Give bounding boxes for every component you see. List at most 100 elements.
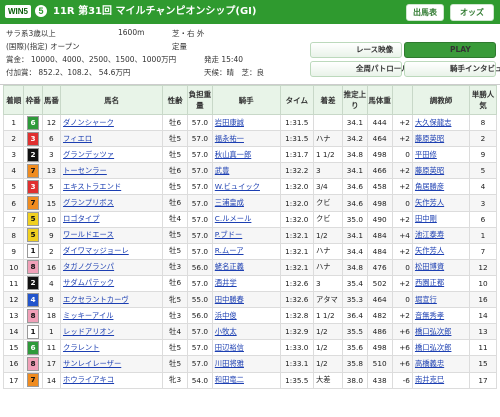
jockey-cell[interactable]: C.ルメール (211, 210, 281, 228)
trainer-cell-text[interactable]: 堀宣行 (415, 295, 437, 304)
jockey-cell-text[interactable]: C.ルメール (215, 214, 252, 223)
jockey-cell-text[interactable]: 浜中俊 (215, 311, 237, 320)
horse-name-cell[interactable]: サンレイレーザー (60, 355, 164, 373)
horse-name-cell-text[interactable]: タガノグランパ (63, 262, 114, 271)
trainer-cell-text[interactable]: 藤原英昭 (415, 166, 444, 175)
jockey-cell[interactable]: 浜中俊 (211, 307, 281, 325)
trainer-cell-text[interactable]: 松田博資 (415, 262, 444, 271)
trainer-cell[interactable]: 平田修 (411, 146, 471, 164)
trainer-cell[interactable]: 堀宣行 (411, 291, 471, 309)
trainer-cell-text[interactable]: 平田修 (415, 150, 437, 159)
jockey-cell-text[interactable]: 福永祐一 (215, 134, 244, 143)
jockey-cell[interactable]: 田中勝春 (211, 291, 281, 309)
jockey-cell[interactable]: 福永祐一 (211, 130, 281, 148)
trainer-cell[interactable]: 藤原英昭 (411, 130, 471, 148)
trainer-cell-text[interactable]: 高橋義忠 (415, 359, 444, 368)
trainer-cell-text[interactable]: 角居勝彦 (415, 182, 444, 191)
trainer-cell[interactable]: 矢作芳人 (411, 242, 471, 260)
trainer-cell[interactable]: 池江泰寿 (411, 226, 471, 244)
horse-name-cell-text[interactable]: クラレント (63, 343, 99, 352)
jockey-cell-text[interactable]: P.ブドー (215, 230, 242, 239)
jockey-cell-text[interactable]: 和田竜二 (215, 375, 244, 384)
horse-name-cell[interactable]: レッドアリオン (60, 323, 164, 341)
race-video-button[interactable]: レース映像 (310, 42, 402, 58)
jockey-cell-text[interactable]: R.ムーア (215, 246, 244, 255)
jockey-cell[interactable]: 岩田康誠 (211, 113, 281, 132)
jockey-cell-text[interactable]: 酒井学 (215, 278, 237, 287)
jockey-cell-text[interactable]: 田中勝春 (215, 295, 244, 304)
jockey-cell-text[interactable]: 小牧太 (215, 327, 237, 336)
horse-name-cell-text[interactable]: ダノンシャーク (63, 118, 114, 127)
jockey-cell[interactable]: 武豊 (211, 162, 281, 180)
horse-name-cell[interactable]: ホウライアキコ (60, 371, 164, 389)
trainer-cell-text[interactable]: 西園正都 (415, 278, 444, 287)
jockey-cell-text[interactable]: 武豊 (215, 166, 230, 175)
interview-button[interactable]: 騎手インタビュー (404, 61, 500, 77)
horse-name-cell-text[interactable]: レッドアリオン (63, 327, 114, 336)
horse-name-cell-text[interactable]: ミッキーアイル (63, 311, 113, 320)
trainer-cell[interactable]: 田中剛 (411, 210, 471, 228)
trainer-cell-text[interactable]: 橋口弘次郎 (415, 327, 451, 336)
trainer-cell[interactable]: 大久保龍志 (411, 113, 471, 132)
jockey-cell-text[interactable]: 蛯名正義 (215, 262, 244, 271)
horse-name-cell-text[interactable]: ロゴタイプ (63, 214, 99, 223)
horse-name-cell[interactable]: サダムパテック (60, 274, 164, 293)
trainer-cell[interactable]: 西園正都 (411, 274, 471, 293)
trainer-cell[interactable]: 橋口弘次郎 (411, 323, 471, 341)
trainer-cell[interactable]: 音無秀孝 (411, 307, 471, 325)
horse-name-cell[interactable]: タガノグランパ (60, 258, 164, 276)
horse-name-cell-text[interactable]: エクセラントカーヴ (63, 295, 129, 304)
horse-name-cell[interactable]: グランデッツァ (60, 146, 164, 164)
trainer-cell-text[interactable]: 田中剛 (415, 214, 437, 223)
horse-name-cell[interactable]: クラレント (60, 339, 164, 357)
horse-name-cell[interactable]: グランプリボス (60, 194, 164, 212)
trainer-cell[interactable]: 藤原英昭 (411, 162, 471, 180)
patrol-button[interactable]: 全周パトロール (310, 61, 409, 77)
trainer-cell[interactable]: 南井克巳 (411, 371, 471, 389)
horse-name-cell[interactable]: ミッキーアイル (60, 307, 164, 325)
jockey-cell[interactable]: 秋山真一郎 (211, 146, 281, 164)
play-button[interactable]: PLAY (404, 42, 496, 58)
trainer-cell-text[interactable]: 大久保龍志 (415, 118, 451, 127)
trainer-cell[interactable]: 橋口弘次郎 (411, 339, 471, 357)
horse-name-cell-text[interactable]: ワールドエース (63, 230, 114, 239)
trainer-cell-text[interactable]: 矢作芳人 (415, 198, 444, 207)
trainer-cell[interactable]: 松田博資 (411, 258, 471, 276)
horse-name-cell-text[interactable]: グランデッツァ (63, 150, 114, 159)
trainer-cell-text[interactable]: 矢作芳人 (415, 246, 444, 255)
horse-name-cell-text[interactable]: サダムパテック (63, 278, 114, 287)
horse-name-cell[interactable]: エクセラントカーヴ (60, 291, 164, 309)
horse-name-cell-text[interactable]: フィエロ (63, 134, 92, 143)
jockey-cell[interactable]: R.ムーア (211, 242, 281, 260)
trainer-cell-text[interactable]: 池江泰寿 (415, 230, 444, 239)
jockey-cell-text[interactable]: 田辺裕信 (215, 343, 244, 352)
horse-name-cell-text[interactable]: ダイワマッジョーレ (63, 246, 129, 255)
horse-name-cell[interactable]: ロゴタイプ (60, 210, 164, 228)
jockey-cell[interactable]: 蛯名正義 (211, 258, 281, 276)
jockey-cell[interactable]: 酒井学 (211, 274, 281, 293)
jockey-cell[interactable]: 和田竜二 (211, 371, 281, 389)
horse-name-cell[interactable]: トーセンラー (60, 162, 164, 180)
jockey-cell-text[interactable]: 三浦皇成 (215, 198, 244, 207)
jockey-cell-text[interactable]: 岩田康誠 (215, 118, 244, 127)
jockey-cell[interactable]: 三浦皇成 (211, 194, 281, 212)
horse-name-cell-text[interactable]: グランプリボス (63, 198, 114, 207)
horse-name-cell-text[interactable]: トーセンラー (63, 166, 107, 175)
trainer-cell-text[interactable]: 藤原英昭 (415, 134, 444, 143)
jockey-cell[interactable]: 田辺裕信 (211, 339, 281, 357)
horse-name-cell[interactable]: ダイワマッジョーレ (60, 242, 164, 260)
trainer-cell-text[interactable]: 南井克巳 (415, 375, 444, 384)
jockey-cell[interactable]: 川田将雅 (211, 355, 281, 373)
horse-name-cell-text[interactable]: エキストラエンド (63, 182, 121, 191)
horse-name-cell[interactable]: ワールドエース (60, 226, 164, 244)
horse-name-cell-text[interactable]: ホウライアキコ (63, 375, 114, 384)
jockey-cell-text[interactable]: 川田将雅 (215, 359, 244, 368)
trainer-cell[interactable]: 角居勝彦 (411, 178, 471, 196)
trainer-cell[interactable]: 高橋義忠 (411, 355, 471, 373)
trainer-cell-text[interactable]: 橋口弘次郎 (415, 343, 451, 352)
horse-name-cell[interactable]: エキストラエンド (60, 178, 164, 196)
trainer-cell-text[interactable]: 音無秀孝 (415, 311, 444, 320)
odds-button[interactable]: オッズ (450, 4, 494, 21)
jockey-cell[interactable]: P.ブドー (211, 226, 281, 244)
jockey-cell-text[interactable]: 秋山真一郎 (215, 150, 251, 159)
